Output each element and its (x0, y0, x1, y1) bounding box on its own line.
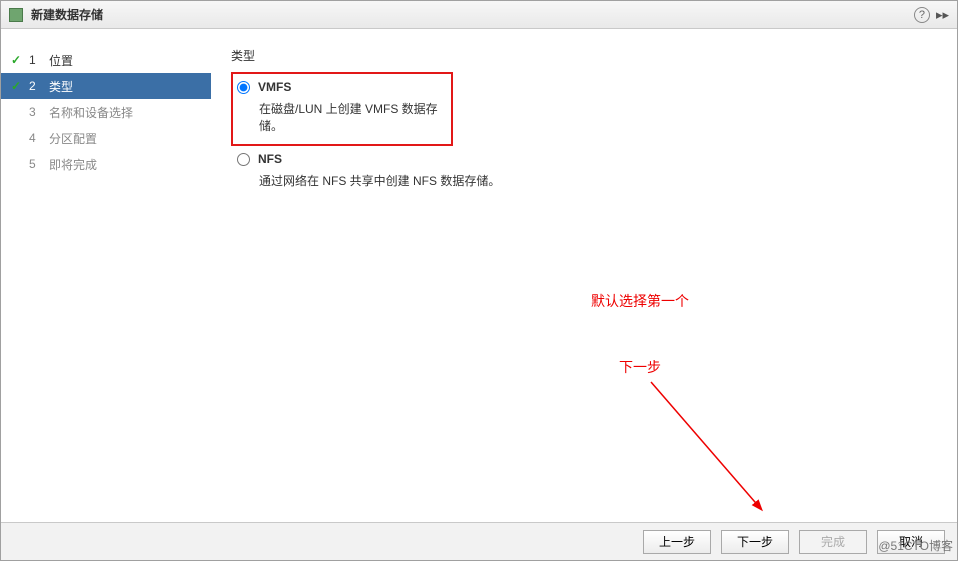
radio-nfs[interactable] (237, 153, 250, 166)
annotation-next: 下一步 (619, 357, 661, 377)
option-nfs-container: NFS 通过网络在 NFS 共享中创建 NFS 数据存储。 (231, 150, 551, 199)
step-partition: 4 分区配置 (1, 125, 211, 151)
back-button[interactable]: 上一步 (643, 530, 711, 554)
wizard-footer: 上一步 下一步 完成 取消 (1, 522, 957, 560)
next-button[interactable]: 下一步 (721, 530, 789, 554)
step-ready: 5 即将完成 (1, 151, 211, 177)
option-nfs[interactable]: NFS (237, 152, 541, 166)
wizard-window: 新建数据存储 ? ▸▸ ✓ 1 位置 ✓ 2 类型 3 名称和设备选择 (0, 0, 958, 561)
option-nfs-desc: 通过网络在 NFS 共享中创建 NFS 数据存储。 (259, 172, 541, 189)
finish-button: 完成 (799, 530, 867, 554)
section-heading: 类型 (231, 47, 937, 64)
cancel-button[interactable]: 取消 (877, 530, 945, 554)
check-icon: ✓ (11, 53, 25, 67)
option-vmfs-highlight-box: VMFS 在磁盘/LUN 上创建 VMFS 数据存储。 (231, 72, 453, 146)
step-type[interactable]: ✓ 2 类型 (1, 73, 211, 99)
wizard-steps-sidebar: ✓ 1 位置 ✓ 2 类型 3 名称和设备选择 4 分区配置 5 (1, 29, 211, 522)
step-location[interactable]: ✓ 1 位置 (1, 47, 211, 73)
help-icon[interactable]: ? (914, 7, 930, 23)
option-vmfs[interactable]: VMFS (237, 80, 441, 94)
window-title: 新建数据存储 (31, 6, 103, 23)
datastore-icon (9, 8, 23, 22)
option-vmfs-desc: 在磁盘/LUN 上创建 VMFS 数据存储。 (259, 100, 441, 134)
main-panel: 类型 VMFS 在磁盘/LUN 上创建 VMFS 数据存储。 NFS 通过网络在… (211, 29, 957, 522)
wizard-body: ✓ 1 位置 ✓ 2 类型 3 名称和设备选择 4 分区配置 5 (1, 29, 957, 522)
titlebar: 新建数据存储 ? ▸▸ (1, 1, 957, 29)
step-name-device: 3 名称和设备选择 (1, 99, 211, 125)
radio-vmfs[interactable] (237, 81, 250, 94)
expand-icon[interactable]: ▸▸ (936, 7, 949, 23)
annotation-arrow-icon (611, 364, 781, 524)
annotation-default-select: 默认选择第一个 (591, 291, 689, 311)
check-icon: ✓ (11, 79, 25, 93)
